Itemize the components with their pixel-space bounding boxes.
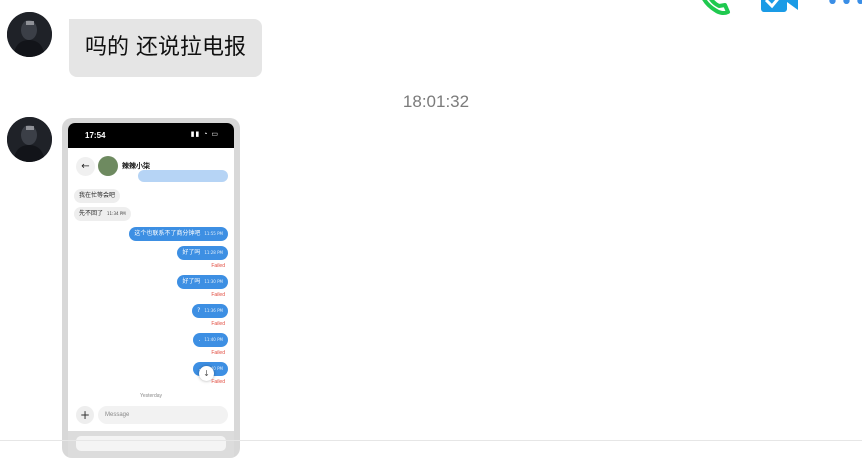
failed-status: Failed (211, 321, 225, 327)
outgoing-message: 这个也联系不了商分钟吧 11:55 PM (129, 227, 228, 241)
message-text: 我在忙等会吧 (79, 192, 116, 199)
contact-avatar-small (98, 156, 118, 176)
outgoing-message: 好了吗 11:30 PM (177, 275, 228, 289)
failed-status: Failed (211, 263, 225, 269)
plus-icon: + (76, 406, 94, 424)
message-text: 好了吗 (182, 278, 201, 285)
outgoing-message: .11:40 PM (193, 333, 228, 347)
outgoing-message: 好了吗 11:28 PM (177, 246, 228, 260)
status-time: 17:54 (85, 131, 106, 140)
message-text: . (198, 336, 201, 343)
more-icon[interactable]: ••• (826, 0, 862, 15)
incoming-message: 我在忙等会吧 (74, 189, 121, 203)
browser-bar (68, 431, 234, 458)
failed-status: Failed (211, 292, 225, 298)
failed-status: Failed (211, 379, 225, 385)
message-text: 好了吗 (182, 249, 201, 256)
contact-avatar[interactable] (7, 117, 52, 162)
outgoing-message: ? 11:36 PM (192, 304, 228, 318)
message-text: 先不回了 (79, 210, 104, 217)
message-time: 11:40 PM (204, 337, 223, 342)
date-divider: Yesterday (139, 393, 163, 399)
message-text: 这个也联系不了商分钟吧 (134, 230, 201, 237)
message-text: ? (197, 307, 201, 314)
signal-icon: ▮▮ ◔ ▭ (190, 131, 219, 138)
phone-status-bar: 17:54 ▮▮ ◔ ▭ (68, 123, 234, 148)
incoming-message: 先不回了 11:34 PM (74, 207, 131, 221)
video-call-icon[interactable] (760, 0, 800, 18)
contact-avatar[interactable] (7, 12, 52, 57)
blurred-message (138, 170, 228, 182)
message-input: Message (98, 406, 228, 424)
back-arrow-icon: ← (76, 157, 95, 176)
image-message[interactable]: 17:54 ▮▮ ◔ ▭ ← 辣辣小柒 我在忙等会吧 先不回了 11:34 PM … (62, 118, 240, 458)
screenshot-content: 17:54 ▮▮ ◔ ▭ ← 辣辣小柒 我在忙等会吧 先不回了 11:34 PM … (68, 123, 234, 458)
failed-status: Failed (211, 350, 225, 356)
message-timestamp: 18:01:32 (402, 92, 470, 111)
phone-call-icon[interactable] (697, 0, 731, 20)
message-bubble[interactable]: 吗的 还说拉电报 (69, 19, 262, 77)
message-time: 11:28 PM (204, 250, 223, 255)
message-time: 11:30 PM (204, 279, 223, 284)
divider-line (0, 440, 862, 441)
message-time: 11:36 PM (204, 308, 223, 313)
message-time: 11:34 PM (107, 211, 126, 216)
message-time: 11:55 PM (204, 231, 223, 236)
